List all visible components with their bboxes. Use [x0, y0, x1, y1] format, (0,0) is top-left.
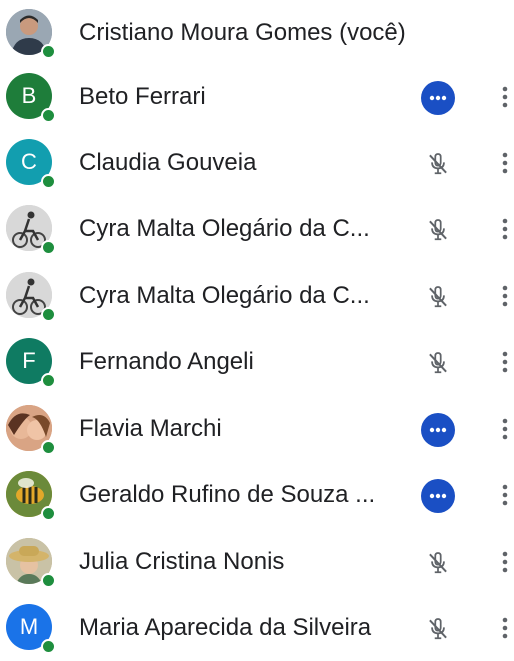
participant-row[interactable]: F Fernando Angeli: [0, 329, 514, 395]
speaking-indicator: [421, 413, 455, 447]
avatar-container: [6, 405, 56, 455]
online-status-dot: [41, 440, 56, 455]
avatar-container: M: [6, 604, 56, 654]
mic-off-icon: [421, 546, 455, 580]
avatar-container: B: [6, 73, 56, 123]
participant-name: Maria Aparecida da Silveira: [79, 614, 372, 641]
participant-name: Claudia Gouveia: [79, 149, 257, 176]
more-vert-icon[interactable]: [494, 546, 514, 578]
avatar-container: [6, 205, 56, 255]
online-status-dot: [41, 506, 56, 521]
participant-row[interactable]: Cristiano Moura Gomes (você): [0, 0, 514, 66]
online-status-dot: [41, 174, 56, 189]
participant-row[interactable]: Julia Cristina Nonis: [0, 529, 514, 595]
avatar-container: F: [6, 338, 56, 388]
participant-row[interactable]: Cyra Malta Olegário da C...: [0, 196, 514, 262]
online-status-dot: [41, 373, 56, 388]
avatar-container: [6, 272, 56, 322]
participant-name: Cristiano Moura Gomes (você): [79, 19, 406, 46]
more-vert-icon[interactable]: [494, 147, 514, 179]
participant-name: Fernando Angeli: [79, 348, 254, 375]
avatar-container: [6, 471, 56, 521]
participant-row[interactable]: Geraldo Rufino de Souza ...: [0, 462, 514, 528]
participant-row[interactable]: B Beto Ferrari: [0, 64, 514, 130]
speaking-indicator: [421, 81, 455, 115]
mic-off-icon: [421, 346, 455, 380]
more-vert-icon[interactable]: [494, 346, 514, 378]
more-horiz-icon: [421, 479, 455, 513]
more-vert-icon[interactable]: [494, 280, 514, 312]
avatar-container: [6, 9, 56, 59]
participant-row[interactable]: Cyra Malta Olegário da C...: [0, 263, 514, 329]
online-status-dot: [41, 573, 56, 588]
more-horiz-icon: [421, 413, 455, 447]
participant-row[interactable]: M Maria Aparecida da Silveira: [0, 595, 514, 661]
online-status-dot: [41, 44, 56, 59]
avatar-container: [6, 538, 56, 588]
speaking-indicator: [421, 479, 455, 513]
more-vert-icon[interactable]: [494, 612, 514, 644]
more-vert-icon[interactable]: [494, 81, 514, 113]
online-status-dot: [41, 240, 56, 255]
participant-name: Flavia Marchi: [79, 415, 222, 442]
more-horiz-icon: [421, 81, 455, 115]
mic-off-icon: [421, 612, 455, 646]
online-status-dot: [41, 108, 56, 123]
mic-off-icon: [421, 147, 455, 181]
participant-name: Beto Ferrari: [79, 83, 206, 110]
participant-name: Geraldo Rufino de Souza ...: [79, 481, 376, 508]
participant-row[interactable]: C Claudia Gouveia: [0, 130, 514, 196]
more-vert-icon[interactable]: [494, 213, 514, 245]
online-status-dot: [41, 307, 56, 322]
participant-row[interactable]: Flavia Marchi: [0, 396, 514, 462]
avatar-container: C: [6, 139, 56, 189]
more-vert-icon[interactable]: [494, 479, 514, 511]
participant-name: Cyra Malta Olegário da C...: [79, 282, 370, 309]
participant-name: Julia Cristina Nonis: [79, 548, 285, 575]
participant-name: Cyra Malta Olegário da C...: [79, 215, 370, 242]
more-vert-icon[interactable]: [494, 413, 514, 445]
mic-off-icon: [421, 213, 455, 247]
mic-off-icon: [421, 280, 455, 314]
